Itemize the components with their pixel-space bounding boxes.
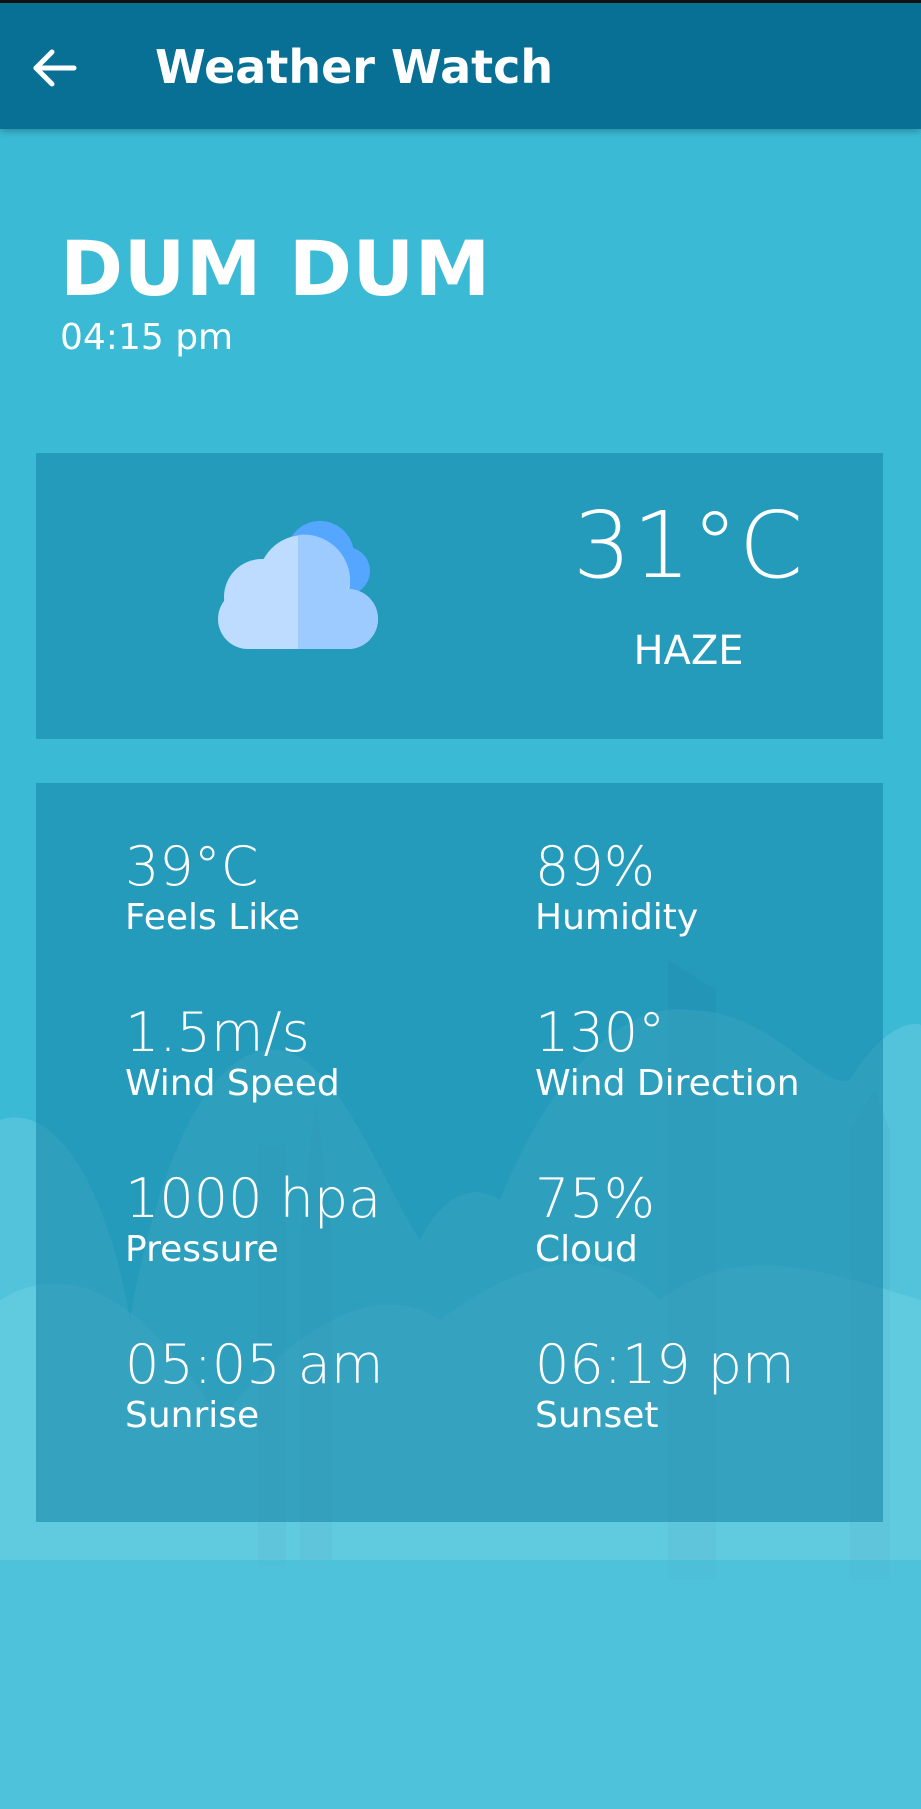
detail-value: 89% bbox=[535, 835, 656, 898]
detail-value: 75% bbox=[535, 1167, 656, 1230]
detail-label: Cloud bbox=[535, 1229, 638, 1270]
detail-feels-like: 39°C Feels Like bbox=[125, 835, 485, 939]
location-header: DUM DUM 04:15 pm bbox=[60, 224, 491, 360]
detail-wind-direction: 130° Wind Direction bbox=[535, 1001, 895, 1105]
detail-value: 1.5m/s bbox=[125, 1001, 310, 1064]
city-name: DUM DUM bbox=[60, 224, 491, 313]
local-time: 04:15 pm bbox=[60, 317, 234, 358]
detail-sunrise: 05:05 am Sunrise bbox=[125, 1333, 485, 1437]
detail-label: Wind Speed bbox=[125, 1063, 340, 1104]
weather-condition: HAZE bbox=[633, 628, 744, 674]
detail-cloud: 75% Cloud bbox=[535, 1167, 895, 1271]
detail-value: 05:05 am bbox=[125, 1333, 384, 1396]
app-bar: Weather Watch bbox=[0, 3, 921, 129]
app-title: Weather Watch bbox=[155, 40, 554, 94]
current-temperature: 31°C bbox=[572, 492, 805, 599]
detail-humidity: 89% Humidity bbox=[535, 835, 895, 939]
detail-wind-speed: 1.5m/s Wind Speed bbox=[125, 1001, 485, 1105]
detail-label: Sunset bbox=[535, 1395, 659, 1436]
detail-label: Feels Like bbox=[125, 897, 301, 938]
detail-label: Humidity bbox=[535, 897, 699, 938]
detail-label: Wind Direction bbox=[535, 1063, 800, 1104]
detail-value: 39°C bbox=[125, 835, 259, 898]
arrow-left-icon[interactable] bbox=[26, 43, 82, 93]
detail-sunset: 06:19 pm Sunset bbox=[535, 1333, 895, 1437]
weather-details-card: 39°C Feels Like 89% Humidity 1.5m/s Wind… bbox=[36, 783, 883, 1522]
detail-value: 06:19 pm bbox=[535, 1333, 795, 1396]
detail-value: 130° bbox=[535, 1001, 666, 1064]
detail-label: Sunrise bbox=[125, 1395, 260, 1436]
detail-pressure: 1000 hpa Pressure bbox=[125, 1167, 485, 1271]
detail-value: 1000 hpa bbox=[125, 1167, 382, 1230]
current-weather-card: 31°C HAZE bbox=[36, 453, 883, 739]
cloud-icon bbox=[218, 521, 378, 649]
detail-label: Pressure bbox=[125, 1229, 279, 1270]
